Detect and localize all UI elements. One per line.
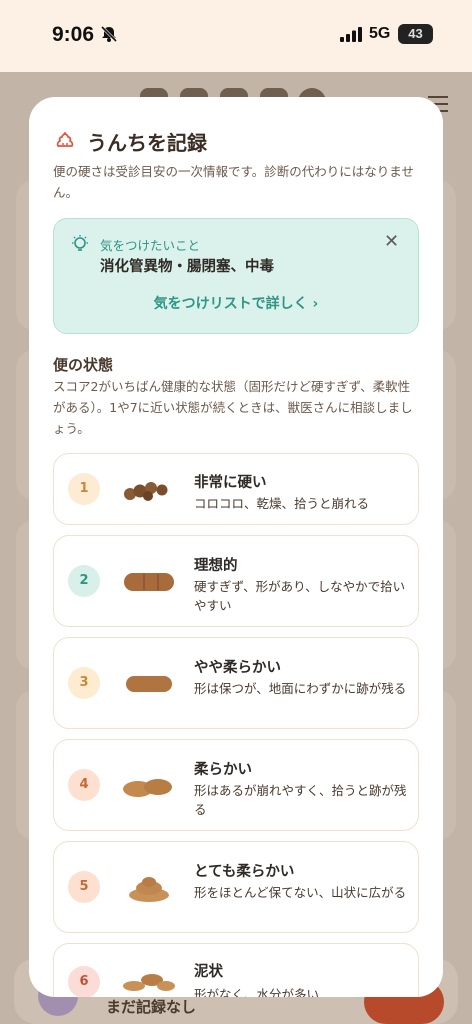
battery-level: 43 xyxy=(408,26,423,41)
score-badge: 4 xyxy=(68,769,100,801)
option-name: 非常に硬い xyxy=(194,475,267,491)
tip-label: 気をつけたいこと xyxy=(100,238,201,253)
stool-option-5[interactable]: 5 とても柔らかい 形をほとんど保てない、山状に広がる xyxy=(53,841,419,933)
caution-tip-box: 気をつけたいこと 消化管異物・腸閉塞、中毒 ✕ 気をつけリストで詳しく › xyxy=(53,218,419,334)
network-type: 5G xyxy=(369,25,391,42)
score-badge: 5 xyxy=(68,871,100,903)
stool-option-6[interactable]: 6 泥状 形がなく、水分が多い xyxy=(53,943,419,997)
bell-muted-icon xyxy=(100,25,118,47)
score-badge: 1 xyxy=(68,473,100,505)
status-bar: 9:06 5G 43 xyxy=(0,0,472,72)
stool-option-3[interactable]: 3 やや柔らかい 形は保つが、地面にわずかに跡が残る xyxy=(53,637,419,729)
option-name: 理想的 xyxy=(194,558,238,574)
option-name: やや柔らかい xyxy=(194,660,281,676)
empty-record-label: まだ記録なし xyxy=(106,998,197,1016)
tip-text: 消化管異物・腸閉塞、中毒 xyxy=(100,259,274,275)
caution-list-link[interactable]: 気をつけリストで詳しく › xyxy=(54,293,418,313)
option-description: 形がなく、水分が多い xyxy=(194,987,320,997)
close-icon[interactable]: ✕ xyxy=(384,231,399,252)
score-badge: 3 xyxy=(68,667,100,699)
stool-option-1[interactable]: 1 非常に硬い コロコロ、乾燥、拾うと崩れる xyxy=(53,453,419,525)
option-description: 形をほとんど保てない、山状に広がる xyxy=(194,885,407,900)
option-name: 泥状 xyxy=(194,964,223,980)
option-description: 硬すぎず、形があり、しなやかで拾いやすい xyxy=(194,579,406,613)
score-badge: 6 xyxy=(68,966,100,997)
modal-description: 便の硬さは受診目安の一次情報です。診断の代わりにはなりません。 xyxy=(53,164,414,200)
score-badge: 2 xyxy=(68,565,100,597)
hard-pellets-icon xyxy=(120,476,178,506)
modal-header: うんちを記録 xyxy=(53,127,207,156)
record-poop-modal: うんちを記録 便の硬さは受診目安の一次情報です。診断の代わりにはなりません。 気… xyxy=(29,97,443,997)
mushy-pile-icon xyxy=(120,873,178,903)
option-name: 柔らかい xyxy=(194,762,252,778)
stool-option-2[interactable]: 2 理想的 硬すぎず、形があり、しなやかで拾いやすい xyxy=(53,535,419,627)
soft-lumps-icon xyxy=(120,773,178,803)
lightbulb-icon xyxy=(70,234,90,258)
option-description: 形はあるが崩れやすく、拾うと跡が残る xyxy=(194,783,407,817)
signal-icon xyxy=(340,27,364,46)
modal-title: うんちを記録 xyxy=(87,131,207,155)
option-description: 形は保つが、地面にわずかに跡が残る xyxy=(194,681,407,696)
option-name: とても柔らかい xyxy=(194,864,295,880)
battery-icon: 43 xyxy=(398,24,433,44)
section-description: スコア2がいちばん健康的な状態（固形だけど硬すぎず、柔軟性がある）。1や7に近い… xyxy=(53,379,413,436)
muddy-stool-icon xyxy=(120,966,178,996)
section-title: 便の状態 xyxy=(53,356,114,374)
stool-option-4[interactable]: 4 柔らかい 形はあるが崩れやすく、拾うと跡が残る xyxy=(53,739,419,831)
clock: 9:06 xyxy=(52,23,95,46)
soft-log-icon xyxy=(120,669,178,699)
option-description: コロコロ、乾燥、拾うと崩れる xyxy=(194,496,370,511)
poop-icon xyxy=(53,130,77,154)
ideal-log-icon xyxy=(120,567,178,597)
